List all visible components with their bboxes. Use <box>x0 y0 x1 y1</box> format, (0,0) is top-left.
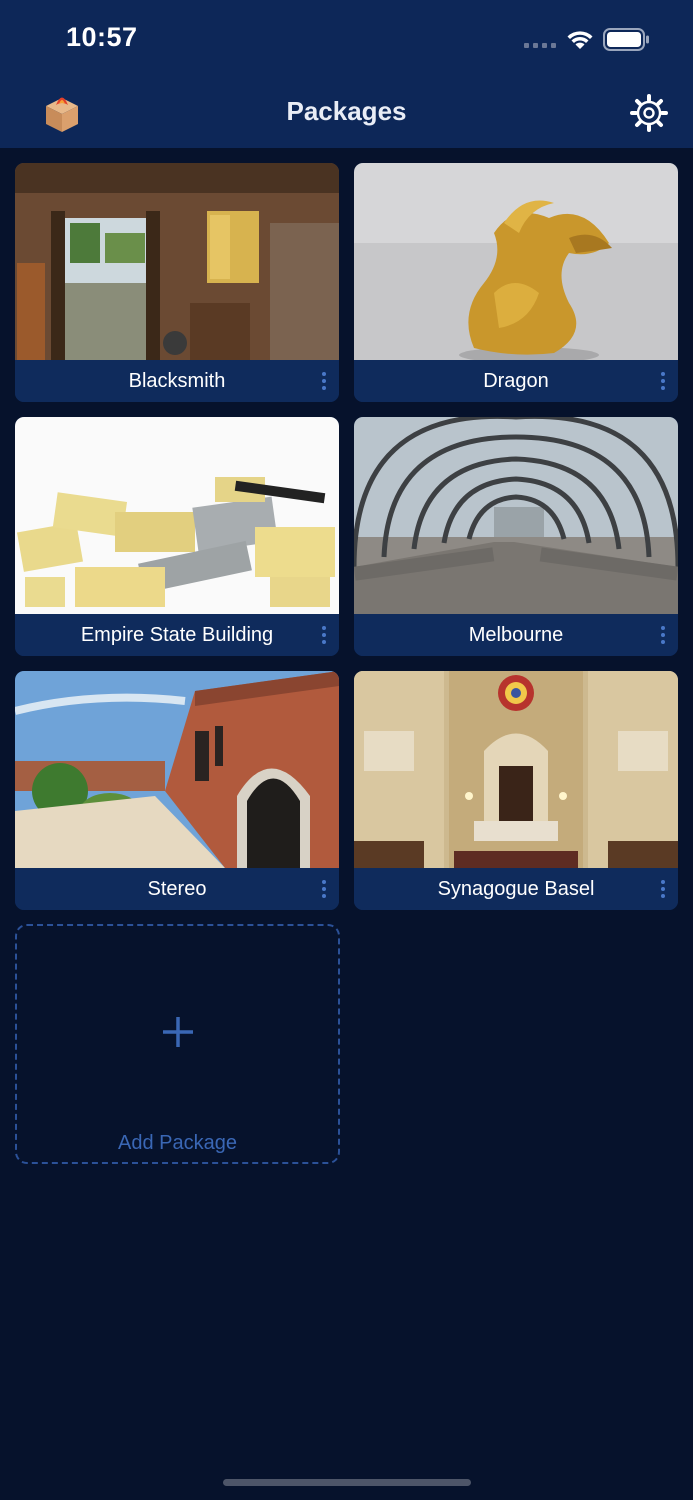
package-caption: Dragon <box>354 360 678 402</box>
page-title: Packages <box>286 96 407 126</box>
more-options-icon[interactable] <box>317 370 331 392</box>
package-name: Dragon <box>483 370 549 392</box>
package-thumbnail <box>354 671 678 868</box>
more-options-icon[interactable] <box>656 370 670 392</box>
plus-icon <box>17 1012 338 1052</box>
package-thumbnail <box>15 163 339 360</box>
more-options-icon[interactable] <box>656 624 670 646</box>
package-name: Synagogue Basel <box>437 878 595 900</box>
package-caption: Synagogue Basel <box>354 868 678 910</box>
package-thumbnail <box>354 163 678 360</box>
package-thumbnail <box>354 417 678 614</box>
package-name: Blacksmith <box>128 370 226 392</box>
wifi-icon <box>565 27 595 51</box>
package-name: Empire State Building <box>80 624 274 646</box>
package-name: Stereo <box>147 878 207 900</box>
status-bar: 10:57 <box>0 0 693 82</box>
package-card-empire-state-building[interactable]: Empire State Building <box>15 417 339 656</box>
settings-gear-icon[interactable] <box>628 92 670 134</box>
package-caption: Empire State Building <box>15 614 339 656</box>
more-options-icon[interactable] <box>656 878 670 900</box>
cellular-signal-icon <box>524 43 558 49</box>
package-card-stereo[interactable]: Stereo <box>15 671 339 910</box>
package-name: Melbourne <box>468 624 564 646</box>
package-card-dragon[interactable]: Dragon <box>354 163 678 402</box>
home-indicator[interactable] <box>223 1479 471 1486</box>
package-thumbnail <box>15 417 339 614</box>
package-card-synagogue-basel[interactable]: Synagogue Basel <box>354 671 678 910</box>
add-package-label: Add Package <box>118 1132 237 1154</box>
more-options-icon[interactable] <box>317 878 331 900</box>
package-caption: Stereo <box>15 868 339 910</box>
package-card-blacksmith[interactable]: Blacksmith <box>15 163 339 402</box>
package-card-melbourne[interactable]: Melbourne <box>354 417 678 656</box>
navigation-bar: Packages <box>0 82 693 148</box>
more-options-icon[interactable] <box>317 624 331 646</box>
package-caption: Melbourne <box>354 614 678 656</box>
status-time: 10:57 <box>66 22 138 52</box>
battery-icon <box>603 28 650 51</box>
package-caption: Blacksmith <box>15 360 339 402</box>
package-thumbnail <box>15 671 339 868</box>
add-package-button[interactable]: Add Package <box>15 924 340 1164</box>
